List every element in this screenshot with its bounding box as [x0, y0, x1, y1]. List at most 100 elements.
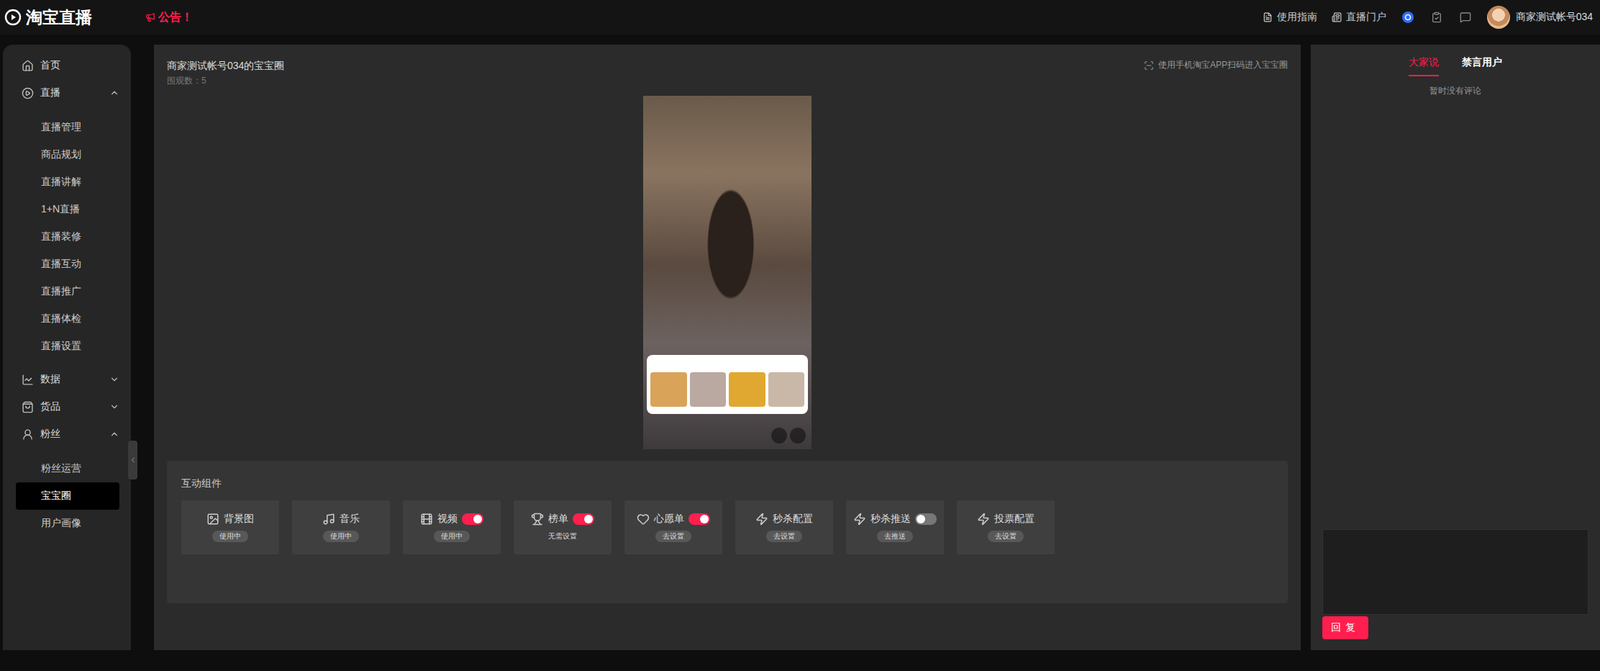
comment-tab[interactable]: 禁言用户 [1461, 54, 1503, 77]
bolt-icon [853, 512, 867, 526]
sidebar-item-label: 货品 [40, 400, 61, 413]
component-label: 视频 [437, 512, 458, 526]
body: 首页直播直播管理商品规划直播讲解1+N直播直播装修直播互动直播推广直播体检直播设… [0, 34, 1600, 671]
task-button[interactable] [1429, 10, 1444, 25]
sidebar-subitem[interactable]: 直播装修 [15, 223, 120, 251]
collapse-handle[interactable] [128, 440, 138, 480]
scan-hint-text: 使用手机淘宝APP扫码进入宝宝圈 [1158, 58, 1288, 72]
sidebar-subitem[interactable]: 粉丝运营 [15, 454, 120, 483]
collapse-icon [128, 455, 138, 465]
chevron-down-icon [109, 401, 120, 412]
like-dot [789, 427, 806, 444]
component-head: 榜单 [530, 512, 595, 526]
title-block: 商家测试帐号034的宝宝圈围观数：5 [166, 58, 285, 87]
component-toggle[interactable] [688, 512, 711, 525]
component-label: 心愿单 [653, 512, 685, 526]
component-status[interactable]: 使用中 [433, 530, 470, 542]
component-card[interactable]: 投票配置去设置 [956, 500, 1055, 554]
component-card[interactable]: 秒杀推送去推送 [846, 500, 944, 554]
image-icon [206, 512, 220, 526]
component-toggle[interactable] [461, 512, 484, 525]
main-panel: 商家测试帐号034的宝宝圈围观数：5使用手机淘宝APP扫码进入宝宝圈互动组件背景… [153, 44, 1301, 650]
sidebar-item[interactable]: 货品 [15, 392, 120, 421]
sidebar-subitem[interactable]: 1+N直播 [15, 195, 120, 224]
service-button[interactable] [1400, 10, 1416, 25]
top-right: 使用指南 直播门户 商家测试帐号034 [1262, 5, 1593, 29]
play-logo-icon [4, 8, 22, 26]
top-bar: 淘宝直播 公告！ 使用指南 直播门户 商家测试帐号034 [0, 0, 1600, 35]
component-head: 秒杀配置 [755, 512, 813, 526]
reply-button[interactable]: 回复 [1322, 615, 1369, 639]
component-card[interactable]: 秒杀配置去设置 [735, 500, 834, 554]
component-card[interactable]: 视频使用中 [402, 500, 501, 554]
sidebar-item-label: 首页 [40, 58, 61, 72]
top-link[interactable]: 直播门户 [1331, 10, 1387, 24]
film-icon [420, 512, 434, 526]
sidebar-item[interactable]: 数据 [15, 365, 120, 393]
bag-icon [21, 400, 34, 413]
sidebar-item[interactable]: 粉丝 [15, 420, 120, 448]
chevron [109, 428, 120, 439]
sidebar-subitem[interactable]: 宝宝圈 [15, 482, 120, 510]
sidebar-item[interactable]: 首页 [15, 51, 120, 80]
sidebar-group: 首页 [15, 51, 120, 80]
logo[interactable]: 淘宝直播 [4, 6, 146, 29]
phone-preview [643, 95, 812, 449]
sidebar-subitem[interactable]: 直播管理 [15, 113, 120, 142]
component-status[interactable]: 去设置 [766, 530, 803, 542]
component-toggle[interactable] [915, 512, 937, 525]
avatar [1487, 5, 1511, 29]
panel-title: 商家测试帐号034的宝宝圈 [166, 58, 285, 72]
reply-input[interactable] [1322, 528, 1589, 615]
component-row: 背景图使用中音乐使用中视频使用中榜单无需设置心愿单去设置秒杀配置去设置秒杀推送去… [181, 500, 1274, 554]
music-icon [322, 512, 336, 526]
sidebar-item-label: 数据 [40, 372, 61, 386]
user-icon [21, 428, 34, 441]
sidebar-subitem[interactable]: 直播推广 [15, 277, 120, 306]
chevron-up-icon [109, 87, 120, 98]
notice[interactable]: 公告！ [145, 10, 193, 26]
component-head: 背景图 [206, 512, 254, 526]
top-link-label: 直播门户 [1346, 10, 1387, 24]
component-card[interactable]: 心愿单去设置 [624, 500, 723, 554]
component-card[interactable]: 榜单无需设置 [513, 500, 612, 554]
portal-icon [1331, 12, 1342, 23]
sidebar-subitem[interactable]: 用户画像 [15, 509, 120, 537]
sidebar: 首页直播直播管理商品规划直播讲解1+N直播直播装修直播互动直播推广直播体检直播设… [2, 44, 131, 650]
components-panel: 互动组件背景图使用中音乐使用中视频使用中榜单无需设置心愿单去设置秒杀配置去设置秒… [166, 460, 1288, 603]
component-card[interactable]: 音乐使用中 [292, 500, 390, 554]
video-thumb [650, 371, 688, 407]
home-icon [21, 59, 34, 72]
empty-text: 暂时没有评论 [1322, 84, 1589, 529]
comment-tab[interactable]: 大家说 [1408, 54, 1439, 77]
sidebar-sublist: 粉丝运营宝宝圈用户画像 [15, 447, 120, 543]
sidebar-item[interactable]: 直播 [15, 79, 120, 107]
message-button[interactable] [1458, 10, 1473, 25]
component-status[interactable]: 使用中 [323, 530, 359, 542]
component-status[interactable]: 使用中 [212, 530, 249, 542]
top-link-label: 使用指南 [1276, 10, 1318, 24]
phone-wrap [166, 95, 1288, 449]
component-toggle[interactable] [572, 512, 595, 525]
scan-hint[interactable]: 使用手机淘宝APP扫码进入宝宝圈 [1143, 58, 1288, 72]
component-head: 秒杀推送 [853, 512, 937, 526]
share-dot [771, 427, 788, 444]
logo-text: 淘宝直播 [25, 6, 93, 29]
sidebar-subitem[interactable]: 直播讲解 [15, 168, 120, 196]
component-status[interactable]: 去推送 [876, 530, 913, 542]
sidebar-subitem[interactable]: 商品规划 [15, 141, 120, 169]
component-status[interactable]: 去设置 [987, 530, 1024, 542]
account[interactable]: 商家测试帐号034 [1487, 5, 1593, 29]
top-link[interactable]: 使用指南 [1262, 10, 1318, 24]
sidebar-subitem[interactable]: 直播体检 [15, 305, 120, 333]
component-status[interactable]: 去设置 [655, 530, 692, 542]
sidebar-subitem[interactable]: 直播设置 [15, 332, 120, 360]
sidebar-subitem[interactable]: 直播互动 [15, 250, 120, 278]
component-label: 榜单 [548, 512, 569, 526]
account-name: 商家测试帐号034 [1515, 10, 1593, 24]
comment-panel: 大家说禁言用户暂时没有评论回复 [1310, 44, 1600, 650]
notice-text: 公告！ [158, 10, 193, 26]
clipboard-icon [1430, 11, 1443, 24]
component-card[interactable]: 背景图使用中 [181, 500, 280, 554]
page: 淘宝直播 公告！ 使用指南 直播门户 商家测试帐号034 首页直播直播管理商品规划直播讲解… [0, 0, 1600, 671]
